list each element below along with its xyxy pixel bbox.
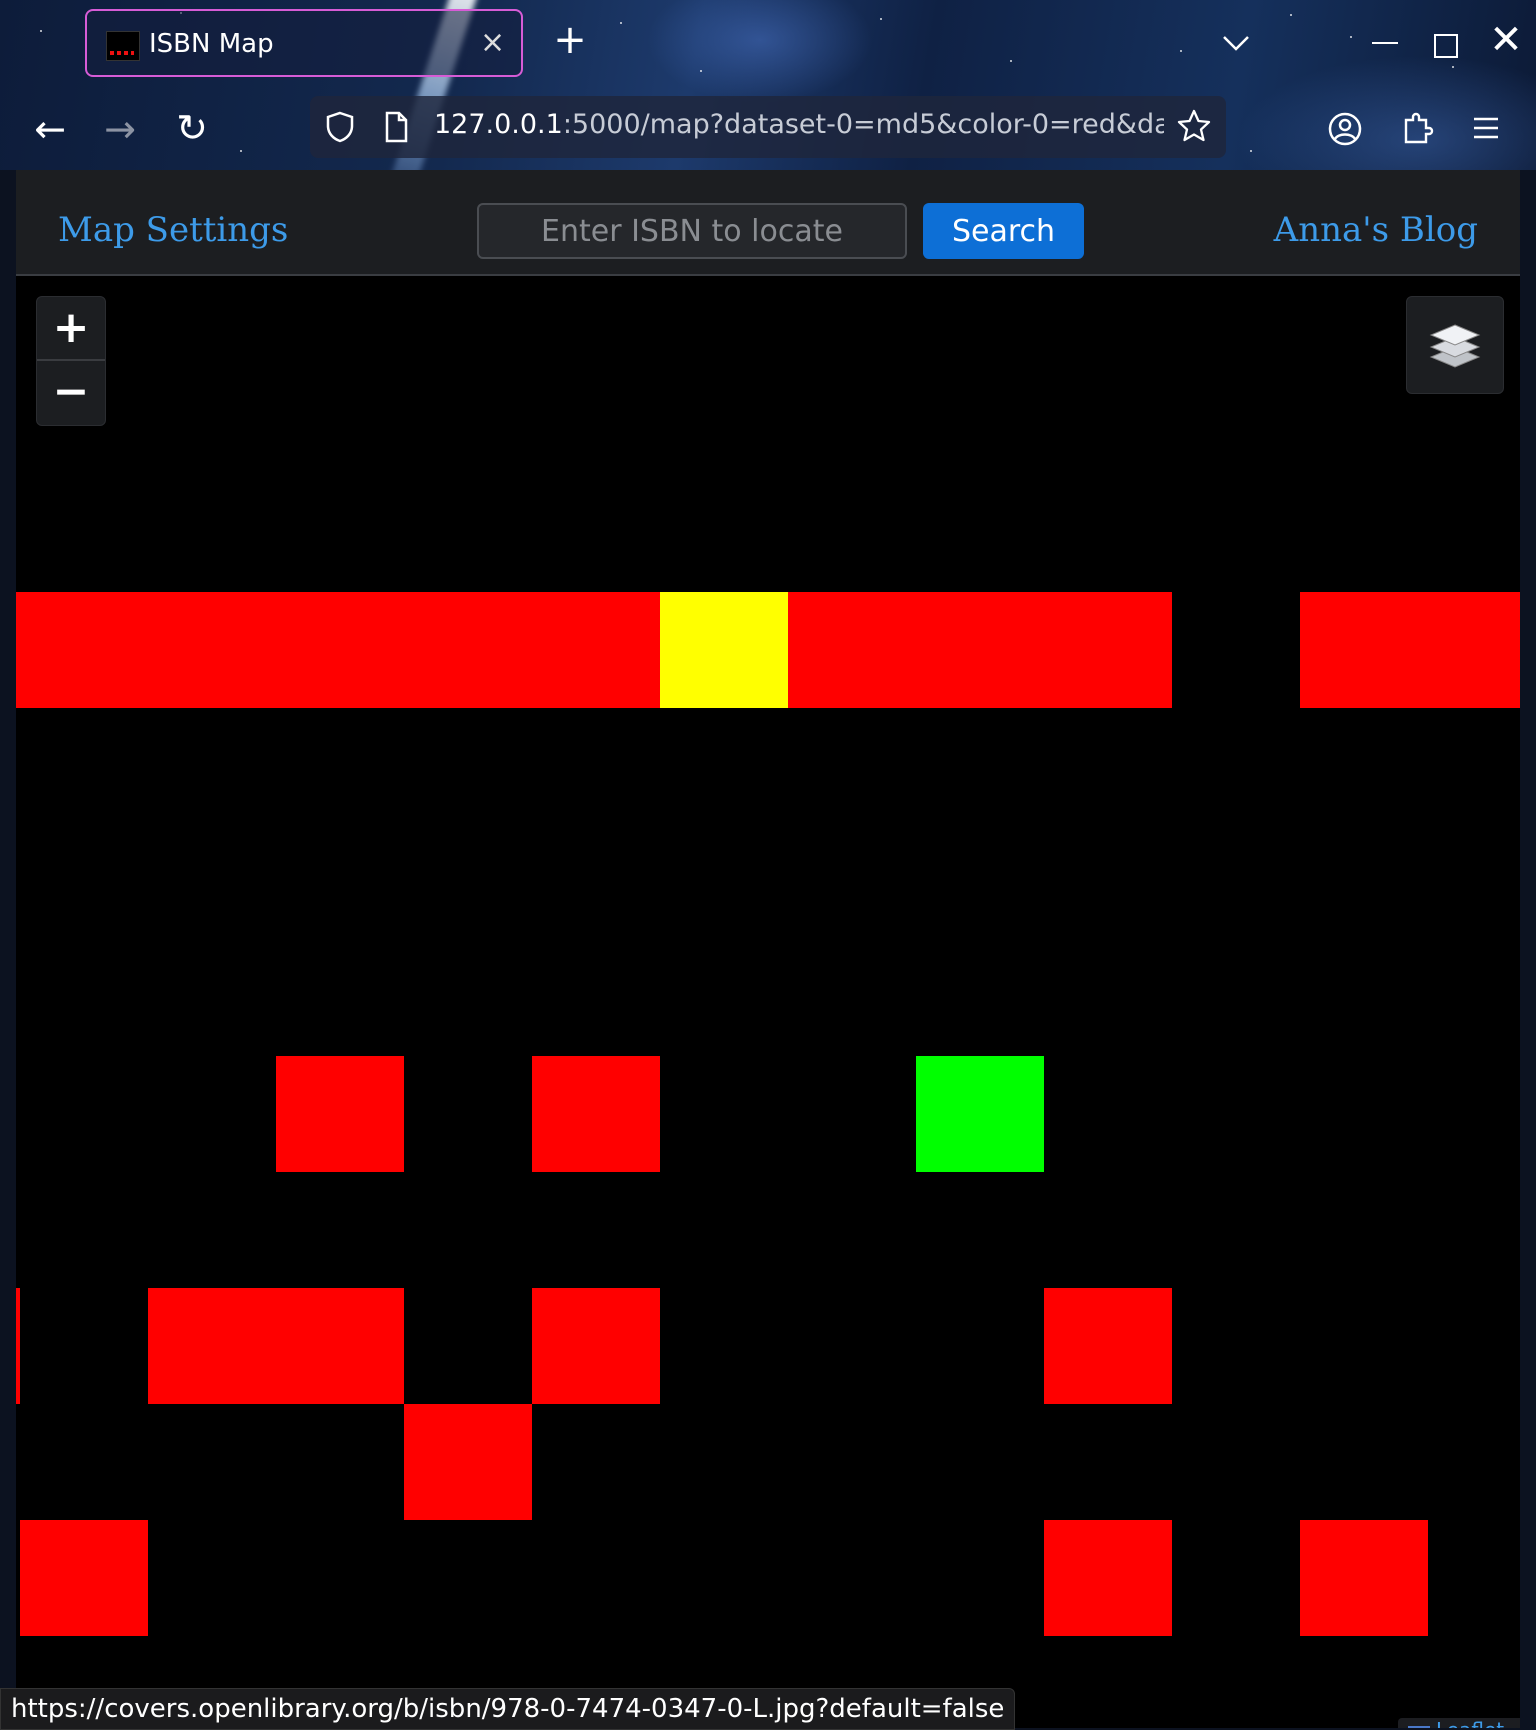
forward-arrow-icon[interactable]: →	[100, 110, 140, 148]
layers-control-button[interactable]	[1406, 296, 1504, 394]
reload-icon[interactable]: ↻	[172, 108, 212, 148]
map-tile-red[interactable]	[532, 1056, 660, 1172]
map-tile-red[interactable]	[20, 1520, 148, 1636]
zoom-out-button[interactable]: −	[37, 361, 105, 423]
isbn-search-input[interactable]	[477, 203, 907, 259]
leaflet-attribution: Leaflet	[1398, 1718, 1520, 1728]
url-host: 127.0.0.1	[434, 109, 563, 140]
zoom-in-button[interactable]: +	[37, 297, 105, 361]
tab-isbn-map[interactable]: ISBN Map ×	[85, 9, 523, 77]
map-tile-green[interactable]	[916, 1056, 1044, 1172]
map-tile-red[interactable]	[404, 1404, 532, 1520]
tab-strip: ISBN Map × + ✕	[0, 0, 1536, 88]
page-header: Map Settings Search Anna's Blog	[16, 170, 1520, 276]
page-info-icon[interactable]	[382, 110, 410, 144]
hamburger-menu-icon[interactable]	[1470, 114, 1502, 142]
leaflet-link[interactable]: Leaflet	[1436, 1718, 1504, 1728]
map-tile-red[interactable]	[1044, 1288, 1172, 1404]
status-bar-link-preview: https://covers.openlibrary.org/b/isbn/97…	[0, 1688, 1016, 1730]
search-button[interactable]: Search	[923, 203, 1084, 259]
minimize-window-button[interactable]	[1372, 42, 1398, 44]
new-tab-button[interactable]: +	[548, 20, 592, 60]
account-icon[interactable]	[1326, 110, 1364, 148]
map-tile-red[interactable]	[788, 592, 1172, 708]
browser-chrome: ISBN Map × + ✕ ← → ↻ 127.0.0.1:5000/map?…	[0, 0, 1536, 170]
map-tile-red[interactable]	[16, 1288, 20, 1404]
tracking-protection-shield-icon[interactable]	[324, 110, 356, 144]
layers-icon	[1429, 324, 1481, 368]
extensions-puzzle-icon[interactable]	[1398, 108, 1438, 148]
isbn-map[interactable]: + − Leaflet	[16, 276, 1520, 1728]
url-path: :5000/map?dataset-0=md5&color-0=red&data…	[562, 109, 1164, 140]
map-tile-red[interactable]	[16, 592, 660, 708]
map-tile-red[interactable]	[1044, 1520, 1172, 1636]
back-arrow-icon[interactable]: ←	[30, 110, 70, 148]
url-bar[interactable]: 127.0.0.1:5000/map?dataset-0=md5&color-0…	[310, 96, 1226, 158]
map-tile-red[interactable]	[148, 1288, 404, 1404]
maximize-window-button[interactable]	[1434, 34, 1458, 58]
map-tile-red[interactable]	[1300, 592, 1520, 708]
close-window-button[interactable]: ✕	[1488, 18, 1524, 62]
tab-title: ISBN Map	[149, 29, 274, 59]
map-tile-red[interactable]	[1300, 1520, 1428, 1636]
bookmark-star-icon[interactable]	[1176, 108, 1212, 144]
annas-blog-link[interactable]: Anna's Blog	[1274, 210, 1478, 250]
list-all-tabs-chevron-down-icon[interactable]	[1218, 28, 1254, 58]
favicon-icon	[106, 31, 140, 61]
url-text[interactable]: 127.0.0.1:5000/map?dataset-0=md5&color-0…	[434, 109, 1164, 140]
map-settings-link[interactable]: Map Settings	[58, 210, 288, 250]
map-tile-red[interactable]	[276, 1056, 404, 1172]
map-tile-yellow[interactable]	[660, 592, 788, 708]
tab-close-icon[interactable]: ×	[480, 25, 505, 60]
zoom-control: + −	[36, 296, 106, 426]
navigation-toolbar: ← → ↻ 127.0.0.1:5000/map?dataset-0=md5&c…	[0, 88, 1536, 170]
map-tile-red[interactable]	[532, 1288, 660, 1404]
web-page: Map Settings Search Anna's Blog + −	[16, 170, 1520, 1728]
